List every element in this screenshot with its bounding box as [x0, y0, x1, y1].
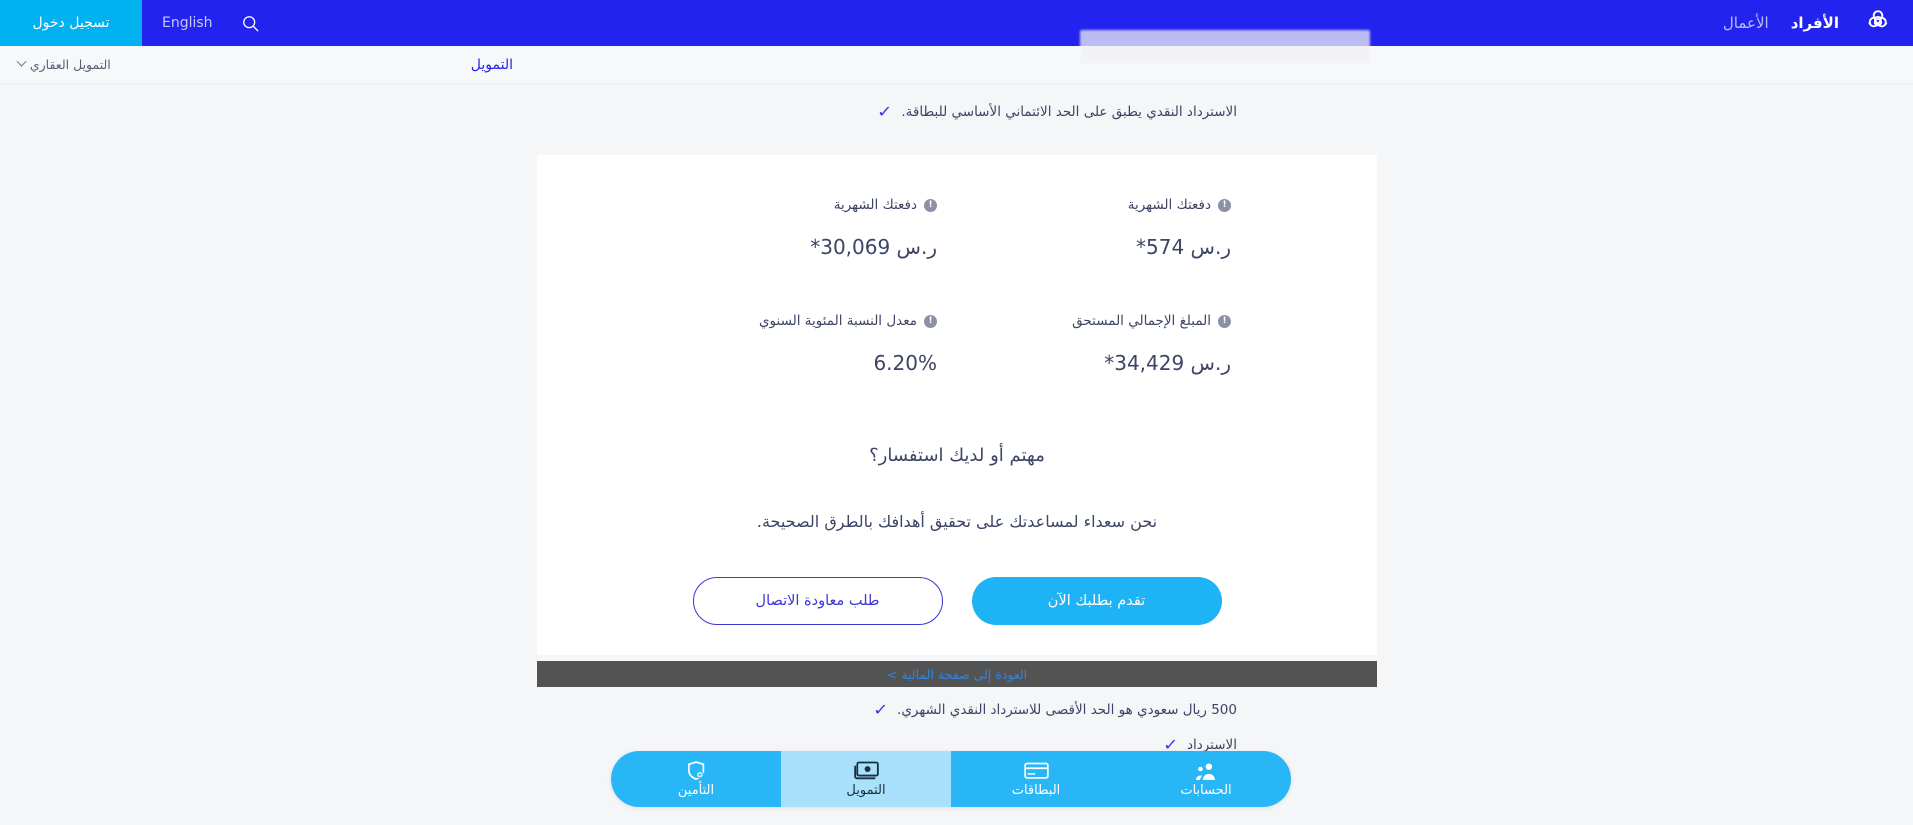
tab-accounts[interactable]: الحسابات — [1121, 751, 1291, 807]
tab-label-accounts: الحسابات — [1180, 783, 1232, 798]
calculator-result-card: ! دفعتك الشهرية ر.س 574* ! دفعتك الشهرية… — [537, 155, 1377, 655]
figure-label-total-amount-due: ! المبلغ الإجمالي المستحق — [957, 313, 1231, 329]
secondary-navigation-bar: التمويل التمويل العقاري تمويل السيارات ا… — [0, 46, 1913, 84]
cta-title: مهتم أو لديك استفسار؟ — [869, 445, 1045, 466]
cta-subtitle: نحن سعداء لمساعدتك على تحقيق أهدافك بالط… — [756, 512, 1158, 531]
return-to-finance-page-link[interactable]: العودة إلى صفحة المالية > — [887, 667, 1027, 682]
tab-insurance[interactable]: التأمين — [611, 751, 781, 807]
background-banner-placeholder — [1080, 30, 1370, 64]
subnav-items: التمويل العقاري تمويل السيارات التمويل ا… — [0, 56, 111, 72]
figure-label-apr: ! معدل النسبة المئوية السنوي — [577, 313, 937, 329]
figure-label-monthly-payment-1: ! دفعتك الشهرية — [957, 197, 1231, 213]
figure-value-apr: 6.20% — [873, 351, 937, 375]
apply-now-button[interactable]: تقدم بطلبك الآن — [971, 577, 1222, 625]
top-nav-items: الأفراد الأعمال — [1723, 0, 1839, 46]
figure-value-monthly-payment-2: ر.س 30,069* — [810, 235, 937, 259]
figure-monthly-payment-1: ! دفعتك الشهرية ر.س 574* — [957, 197, 1337, 259]
cta-buttons: تقدم بطلبك الآن طلب معاودة الاتصال — [537, 577, 1377, 625]
tab-financing[interactable]: التمويل — [781, 751, 951, 807]
top-nav-item-individuals[interactable]: الأفراد — [1791, 0, 1839, 46]
chevron-down-icon — [16, 56, 27, 67]
accounts-people-icon — [1194, 761, 1218, 780]
subnav-section-title[interactable]: التمويل — [471, 57, 513, 73]
figure-label-monthly-payment-2: ! دفعتك الشهرية — [577, 197, 937, 213]
return-bar: العودة إلى صفحة المالية > — [537, 661, 1377, 687]
bullet-note-1: 500 ريال سعودي هو الحد الأقصى للاسترداد … — [872, 700, 1237, 719]
info-icon[interactable]: ! — [924, 198, 937, 212]
bullet-note-1-text: 500 ريال سعودي هو الحد الأقصى للاسترداد … — [897, 702, 1237, 718]
figure-label-text: معدل النسبة المئوية السنوي — [758, 313, 917, 329]
tab-label-cards: البطاقات — [1011, 783, 1061, 798]
topbar-left-group: English تسجيل دخول — [0, 0, 278, 46]
info-icon[interactable]: ! — [924, 314, 937, 328]
figures-section: ! دفعتك الشهرية ر.س 574* ! دفعتك الشهرية… — [537, 155, 1377, 375]
info-icon[interactable]: ! — [1218, 314, 1231, 328]
figure-label-text: دفعتك الشهرية — [833, 197, 917, 213]
figure-total-amount-due: ! المبلغ الإجمالي المستحق ر.س 34,429* — [957, 313, 1337, 375]
figure-monthly-payment-2: ! دفعتك الشهرية ر.س 30,069* — [577, 197, 957, 259]
top-navigation-bar: الأفراد الأعمال English تسجيل دخول — [0, 0, 1913, 46]
top-nav-item-business[interactable]: الأعمال — [1723, 0, 1769, 46]
figure-apr: ! معدل النسبة المئوية السنوي 6.20% — [577, 313, 957, 375]
language-switch-link[interactable]: English — [142, 0, 233, 46]
tab-label-financing: التمويل — [846, 783, 886, 798]
figure-value-total-amount-due: ر.س 34,429* — [1104, 351, 1231, 375]
figures-grid: ! دفعتك الشهرية ر.س 574* ! دفعتك الشهرية… — [537, 155, 1377, 375]
login-button[interactable]: تسجيل دخول — [0, 0, 142, 46]
check-icon: ✓ — [876, 102, 893, 121]
bullet-note-top: الاسترداد النقدي يطبق على الحد الائتماني… — [876, 102, 1237, 121]
topbar-right-group: الأفراد الأعمال — [1723, 0, 1913, 46]
request-callback-button[interactable]: طلب معاودة الاتصال — [692, 577, 943, 625]
tab-label-insurance: التأمين — [677, 783, 715, 798]
cta-section: مهتم أو لديك استفسار؟ نحن سعداء لمساعدتك… — [537, 445, 1377, 625]
figure-value-monthly-payment-1: ر.س 574* — [1136, 235, 1231, 259]
shield-insurance-icon — [686, 761, 707, 780]
check-icon: ✓ — [872, 700, 889, 719]
subnav-label-real-estate-financing: التمويل العقاري — [29, 57, 111, 72]
subnav-item-real-estate-financing[interactable]: التمويل العقاري — [16, 56, 111, 72]
credit-card-icon — [1023, 761, 1049, 780]
page-root: الأفراد الأعمال English تسجيل دخول التمو… — [0, 0, 1913, 825]
figure-label-text: المبلغ الإجمالي المستحق — [1072, 313, 1211, 329]
tab-cards[interactable]: البطاقات — [951, 751, 1121, 807]
bullet-note-top-text: الاسترداد النقدي يطبق على الحد الائتماني… — [901, 104, 1237, 120]
cash-financing-icon — [853, 761, 879, 780]
info-icon[interactable]: ! — [1218, 198, 1231, 212]
alrajhi-trefoil-logo-icon[interactable] — [1861, 6, 1895, 40]
search-icon[interactable] — [233, 0, 278, 46]
figure-label-text: دفعتك الشهرية — [1127, 197, 1211, 213]
bottom-tab-bar: الحسابات البطاقات التمويل التأمين — [611, 751, 1291, 807]
